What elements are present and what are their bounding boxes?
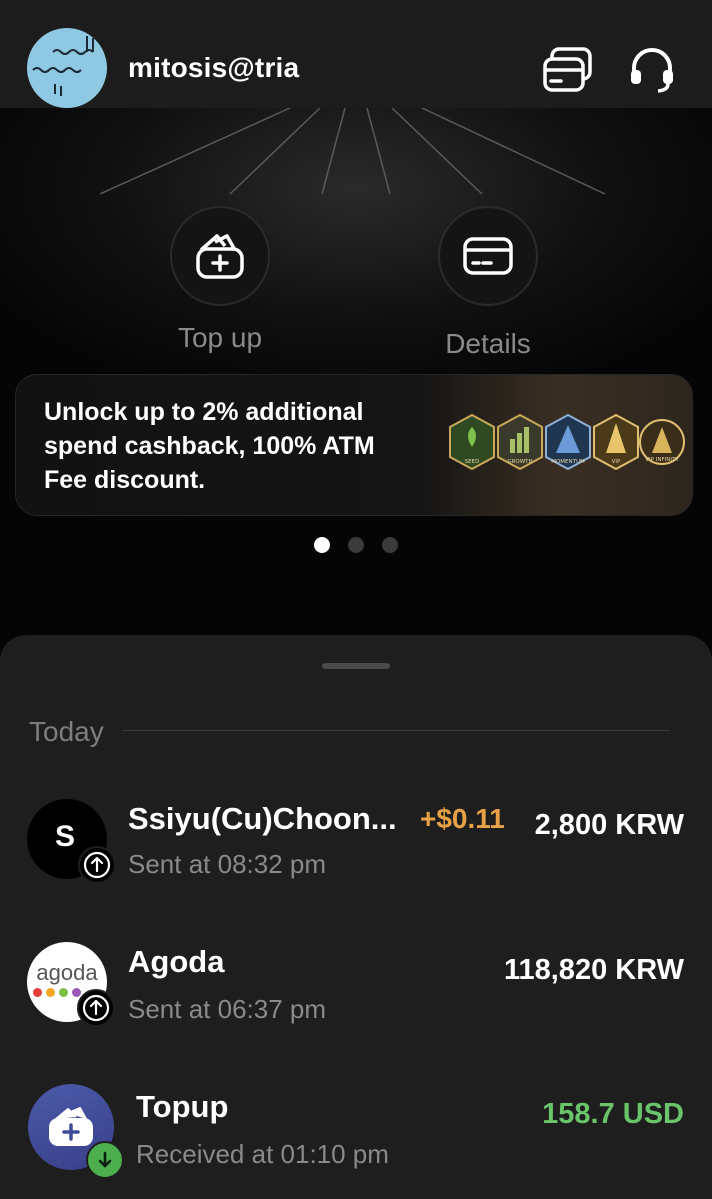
transaction-amount: 2,800 KRW xyxy=(534,809,684,841)
support-button[interactable] xyxy=(626,44,678,96)
carousel-indicator xyxy=(0,537,712,553)
profile-avatar[interactable] xyxy=(27,28,107,108)
top-bar: mitosis@tria xyxy=(0,0,712,108)
badge-label: MOMENTUM xyxy=(551,459,585,465)
section-divider xyxy=(122,730,670,731)
transaction-row[interactable]: Topup 158.7 USD Received at 01:10 pm xyxy=(0,1084,712,1199)
transaction-status: Sent at 08:32 pm xyxy=(128,849,327,879)
transaction-amount: 118,820 KRW xyxy=(503,954,684,986)
received-badge xyxy=(86,1141,124,1179)
details-label: Details xyxy=(445,328,531,359)
avatar-letter: S xyxy=(54,820,75,853)
transaction-amount: 158.7 USD xyxy=(542,1098,684,1130)
card-icon xyxy=(463,237,513,275)
transaction-status: Sent at 06:37 pm xyxy=(128,994,327,1024)
cards-icon xyxy=(543,47,592,92)
top-up-action[interactable]: Top up xyxy=(170,206,270,354)
activity-sheet: Today S Ssiyu(Cu)Choon... +$0.11 2,800 K… xyxy=(0,635,712,1199)
badge-label: SEED xyxy=(465,459,480,465)
transaction-row[interactable]: S Ssiyu(Cu)Choon... +$0.11 2,800 KRW Sen… xyxy=(0,795,712,915)
wallet-add-icon xyxy=(196,234,244,279)
cashback-reward: +$0.11 xyxy=(420,803,505,834)
hero-section: Top up Details Unlock up to 2% additiona… xyxy=(0,108,712,638)
headset-icon xyxy=(631,48,673,93)
agoda-logo-text: agoda xyxy=(36,960,98,985)
badge-label: VIP INFINITY xyxy=(645,457,679,463)
cards-button[interactable] xyxy=(542,44,594,96)
transaction-name: Ssiyu(Cu)Choon... xyxy=(128,801,397,836)
transaction-name: Topup xyxy=(136,1089,229,1124)
arrow-up-icon xyxy=(83,851,111,879)
username: mitosis@tria xyxy=(128,52,300,83)
carousel-dot[interactable] xyxy=(314,537,330,553)
promo-banner[interactable]: Unlock up to 2% additional spend cashbac… xyxy=(15,374,693,516)
wallet-add-icon xyxy=(49,1107,93,1146)
transaction-status: Received at 01:10 pm xyxy=(136,1139,389,1169)
arrow-down-icon xyxy=(98,1151,112,1168)
avatar-scribble-icon xyxy=(32,36,94,96)
sheet-drag-handle[interactable] xyxy=(322,663,390,669)
light-rays-decoration xyxy=(100,108,606,195)
top-up-label: Top up xyxy=(177,322,263,353)
details-circle[interactable] xyxy=(438,206,538,306)
app-screen: mitosis@tria Top up Details Unlock up to… xyxy=(0,0,712,1199)
badge-label: GROWTH xyxy=(507,459,532,465)
badge-label: VIP xyxy=(612,459,621,465)
transaction-row[interactable]: agoda Agoda 118,820 KRW Sent at 06:37 pm xyxy=(0,940,712,1060)
date-section-label: Today xyxy=(29,716,104,747)
tier-badges-image: SEED GROWTH MOMENTUM VIP VIP INFINITY xyxy=(449,413,685,471)
carousel-dot[interactable] xyxy=(348,537,364,553)
promo-text: Unlock up to 2% additional spend cashbac… xyxy=(44,398,375,494)
arrow-up-icon xyxy=(82,994,110,1022)
top-up-circle[interactable] xyxy=(170,206,270,306)
sent-badge xyxy=(78,846,116,884)
details-action[interactable]: Details xyxy=(438,206,538,360)
carousel-dot[interactable] xyxy=(382,537,398,553)
sent-badge xyxy=(77,989,115,1027)
agoda-dots xyxy=(33,988,81,997)
transaction-name: Agoda xyxy=(128,944,225,979)
